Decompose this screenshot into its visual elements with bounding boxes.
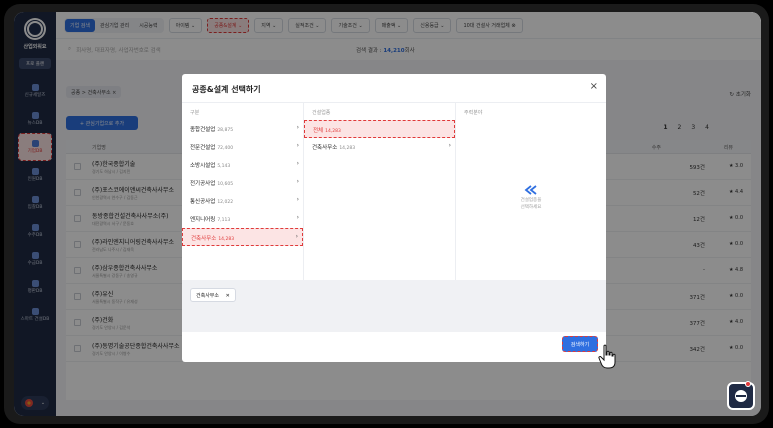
category-option[interactable]: 전기공사업 10,605 › xyxy=(182,174,303,192)
assistant-button[interactable] xyxy=(727,381,755,410)
chevron-right-icon: › xyxy=(296,142,299,149)
selected-chips-area: 건축사무소 ✕ xyxy=(182,280,606,332)
modal-title: 공종&설계 선택하기 xyxy=(192,85,261,94)
option-label: 소방시설업 xyxy=(190,163,216,169)
industry-option[interactable]: 건축사무소 14,283 › xyxy=(304,138,455,156)
focus-column: 주력분야 건설업종을 선택하세요 xyxy=(456,103,606,281)
category-option[interactable]: 소방시설업 5,143 › xyxy=(182,156,303,174)
option-label: 통신공사업 xyxy=(190,199,216,205)
category-select-modal: 공종&설계 선택하기 × 구분 종합건설업 28,875 › 전문건설업 72,400 ›… xyxy=(182,74,606,362)
industry-column-header: 건설업종 xyxy=(312,110,331,116)
modal-columns: 구분 종합건설업 28,875 › 전문건설업 72,400 › 소방시설업 5,143 › 전기… xyxy=(182,102,606,281)
option-label: 엔지니어링 xyxy=(190,217,216,223)
option-count: 7,113 xyxy=(217,218,231,223)
selected-chip[interactable]: 건축사무소 ✕ xyxy=(190,288,236,302)
option-label: 건축사무소 xyxy=(191,236,217,242)
option-count: 12,022 xyxy=(217,200,234,205)
option-label: 종합건설업 xyxy=(190,127,216,133)
chevron-right-icon: › xyxy=(296,160,299,167)
option-count: 10,605 xyxy=(217,182,234,187)
option-count: 14,283 xyxy=(218,237,235,242)
close-icon[interactable]: × xyxy=(590,81,598,92)
hand-cursor-icon xyxy=(598,344,616,369)
device-frame: 산업외워요 프로 플랜 신규세일즈 뉴스DB 기업DB 인원DB 입찰DB 수주DB 수금D… xyxy=(4,4,769,424)
category-option[interactable]: 통신공사업 12,022 › xyxy=(182,192,303,210)
helmet-icon xyxy=(735,390,747,402)
option-label: 전체 xyxy=(313,128,324,134)
focus-placeholder: 건설업종을 선택하세요 xyxy=(456,185,606,212)
app-screen: 산업외워요 프로 플랜 신규세일즈 뉴스DB 기업DB 인원DB 입찰DB 수주DB 수금D… xyxy=(14,12,761,416)
option-label: 전문건설업 xyxy=(190,145,216,151)
option-label: 건축사무소 xyxy=(312,145,338,151)
industry-option[interactable]: 전체 14,283 xyxy=(304,120,455,138)
option-count: 14,283 xyxy=(339,146,356,151)
option-label: 전기공사업 xyxy=(190,181,216,187)
category-option[interactable]: 엔지니어링 7,113 › xyxy=(182,210,303,228)
chevrons-icon xyxy=(524,185,537,195)
placeholder-line2: 선택하세요 xyxy=(520,204,542,210)
option-count: 72,400 xyxy=(217,146,234,151)
category-option[interactable]: 건축사무소 14,283 › xyxy=(182,228,303,246)
placeholder-line1: 건설업종을 xyxy=(520,198,542,203)
chevron-right-icon: › xyxy=(296,178,299,185)
notification-dot xyxy=(745,381,751,387)
focus-column-header: 주력분야 xyxy=(464,110,483,116)
category-column: 구분 종합건설업 28,875 › 전문건설업 72,400 › 소방시설업 5,143 › 전기… xyxy=(182,103,304,281)
chevron-right-icon: › xyxy=(295,233,298,240)
chevron-right-icon: › xyxy=(296,124,299,131)
category-option[interactable]: 전문건설업 72,400 › xyxy=(182,138,303,156)
option-count: 5,143 xyxy=(217,164,231,169)
category-option[interactable]: 종합건설업 28,875 › xyxy=(182,120,303,138)
chevron-right-icon: › xyxy=(448,142,451,149)
option-count: 28,875 xyxy=(217,128,234,133)
chip-label: 건축사무소 xyxy=(196,293,220,299)
chip-remove-icon[interactable]: ✕ xyxy=(226,293,230,299)
category-column-header: 구분 xyxy=(190,110,200,116)
industry-column: 건설업종 전체 14,283 건축사무소 14,283 › xyxy=(304,103,456,281)
chevron-right-icon: › xyxy=(296,196,299,203)
chevron-right-icon: › xyxy=(296,214,299,221)
apply-search-button[interactable]: 검색하기 xyxy=(562,336,598,352)
option-count: 14,283 xyxy=(325,129,341,134)
